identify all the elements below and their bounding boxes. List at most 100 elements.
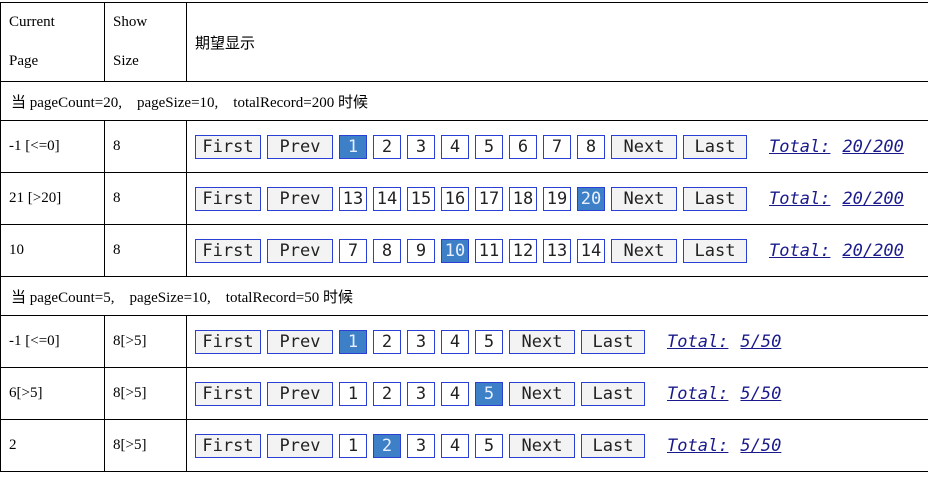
last-button[interactable]: Last [581,381,645,406]
page-number-button[interactable]: 3 [407,433,435,458]
page-number-button[interactable]: 14 [577,238,605,263]
page-number-button[interactable]: 7 [339,238,367,263]
page-number-button[interactable]: 6 [509,134,537,159]
total-label: Total: [769,188,831,209]
total-value: 20/200 [842,136,904,157]
section-caption: 当 pageCount=5, pageSize=10, totalRecord=… [0,276,928,316]
page-number-button[interactable]: 11 [475,238,503,263]
next-button[interactable]: Next [509,433,575,458]
page-number-button[interactable]: 2 [373,329,401,354]
header-row: Current Page Show Size 期望显示 [0,2,928,82]
expected-display-cell: First Prev 7 8 9 10 11 12 13 14 Next Last Total: 20/2… [186,224,928,277]
total-summary[interactable]: Total: 5/50 [667,332,781,352]
page-number-button[interactable]: 2 [373,381,401,406]
last-button[interactable]: Last [683,238,747,263]
first-button[interactable]: First [195,238,261,263]
page-number-button[interactable]: 8 [577,134,605,159]
table-row: -1 [<=0] 8[>5] First Prev 1 2 3 4 5 Next Last Total… [0,315,928,368]
page-number-current[interactable]: 10 [441,238,469,263]
current-page-cell: -1 [<=0] [0,315,105,368]
page-number-current[interactable]: 2 [373,433,401,458]
prev-button[interactable]: Prev [267,134,333,159]
current-page-cell: 10 [0,224,105,277]
total-value: 20/200 [842,188,904,209]
page-number-current[interactable]: 5 [475,381,503,406]
section-caption: 当 pageCount=20, pageSize=10, totalRecord… [0,81,928,121]
show-size-cell: 8 [104,172,187,225]
prev-button[interactable]: Prev [267,329,333,354]
prev-button[interactable]: Prev [267,238,333,263]
page-number-button[interactable]: 14 [373,186,401,211]
page-number-button[interactable]: 19 [543,186,571,211]
expected-display-cell: First Prev 1 2 3 4 5 Next Last Total: 5/50 [186,419,928,472]
page-number-button[interactable]: 5 [475,433,503,458]
pager: First Prev 1 2 3 4 5 Next Last Total: 5/50 [195,433,928,459]
page-number-button[interactable]: 1 [339,381,367,406]
table-row: 6[>5] 8[>5] First Prev 1 2 3 4 5 Next Last Total: 5/… [0,367,928,420]
page-number-button[interactable]: 9 [407,238,435,263]
table-row: 2 8[>5] First Prev 1 2 3 4 5 Next Last Total: 5/50 [0,419,928,472]
total-summary[interactable]: Total: 20/200 [769,189,904,209]
total-value: 5/50 [740,383,782,404]
prev-button[interactable]: Prev [267,186,333,211]
next-button[interactable]: Next [611,238,677,263]
pager: First Prev 7 8 9 10 11 12 13 14 Next Last Total: 20/2… [195,238,928,264]
first-button[interactable]: First [195,381,261,406]
next-button[interactable]: Next [611,186,677,211]
next-button[interactable]: Next [611,134,677,159]
total-summary[interactable]: Total: 20/200 [769,241,904,261]
show-size-cell: 8[>5] [104,419,187,472]
last-button[interactable]: Last [581,433,645,458]
first-button[interactable]: First [195,329,261,354]
header-page-label: Page [9,53,39,69]
last-button[interactable]: Last [683,134,747,159]
page-number-button[interactable]: 15 [407,186,435,211]
show-size-cell: 8 [104,120,187,173]
pager: First Prev 1 2 3 4 5 Next Last Total: 5/50 [195,381,928,407]
pagination-spec-table: Current Page Show Size 期望显示 当 pageCount=… [0,2,928,472]
page-number-button[interactable]: 2 [373,134,401,159]
total-value: 5/50 [740,435,782,456]
header-current-label: Current [9,14,55,30]
page-number-button[interactable]: 4 [441,134,469,159]
first-button[interactable]: First [195,186,261,211]
page-number-button[interactable]: 4 [441,433,469,458]
page-number-button[interactable]: 3 [407,381,435,406]
page-number-button[interactable]: 17 [475,186,503,211]
page-number-current[interactable]: 1 [339,329,367,354]
page-number-button[interactable]: 18 [509,186,537,211]
total-summary[interactable]: Total: 5/50 [667,436,781,456]
current-page-cell: 2 [0,419,105,472]
total-summary[interactable]: Total: 5/50 [667,384,781,404]
page-number-button[interactable]: 8 [373,238,401,263]
page-number-current[interactable]: 20 [577,186,605,211]
page-number-current[interactable]: 1 [339,134,367,159]
prev-button[interactable]: Prev [267,433,333,458]
page-number-button[interactable]: 5 [475,329,503,354]
header-show-label: Show [113,14,148,30]
page-number-button[interactable]: 3 [407,134,435,159]
total-value: 20/200 [842,240,904,261]
next-button[interactable]: Next [509,381,575,406]
page-number-button[interactable]: 4 [441,381,469,406]
page-number-button[interactable]: 4 [441,329,469,354]
current-page-cell: -1 [<=0] [0,120,105,173]
total-summary[interactable]: Total: 20/200 [769,137,904,157]
page-number-button[interactable]: 1 [339,433,367,458]
first-button[interactable]: First [195,134,261,159]
last-button[interactable]: Last [581,329,645,354]
first-button[interactable]: First [195,433,261,458]
page-number-button[interactable]: 12 [509,238,537,263]
current-page-cell: 21 [>20] [0,172,105,225]
page-number-button[interactable]: 5 [475,134,503,159]
page-number-button[interactable]: 16 [441,186,469,211]
next-button[interactable]: Next [509,329,575,354]
prev-button[interactable]: Prev [267,381,333,406]
page-number-button[interactable]: 3 [407,329,435,354]
page-number-button[interactable]: 7 [543,134,571,159]
total-label: Total: [667,383,729,404]
page-number-button[interactable]: 13 [543,238,571,263]
last-button[interactable]: Last [683,186,747,211]
page-number-button[interactable]: 13 [339,186,367,211]
pager: First Prev 1 2 3 4 5 Next Last Total: 5/50 [195,329,928,355]
